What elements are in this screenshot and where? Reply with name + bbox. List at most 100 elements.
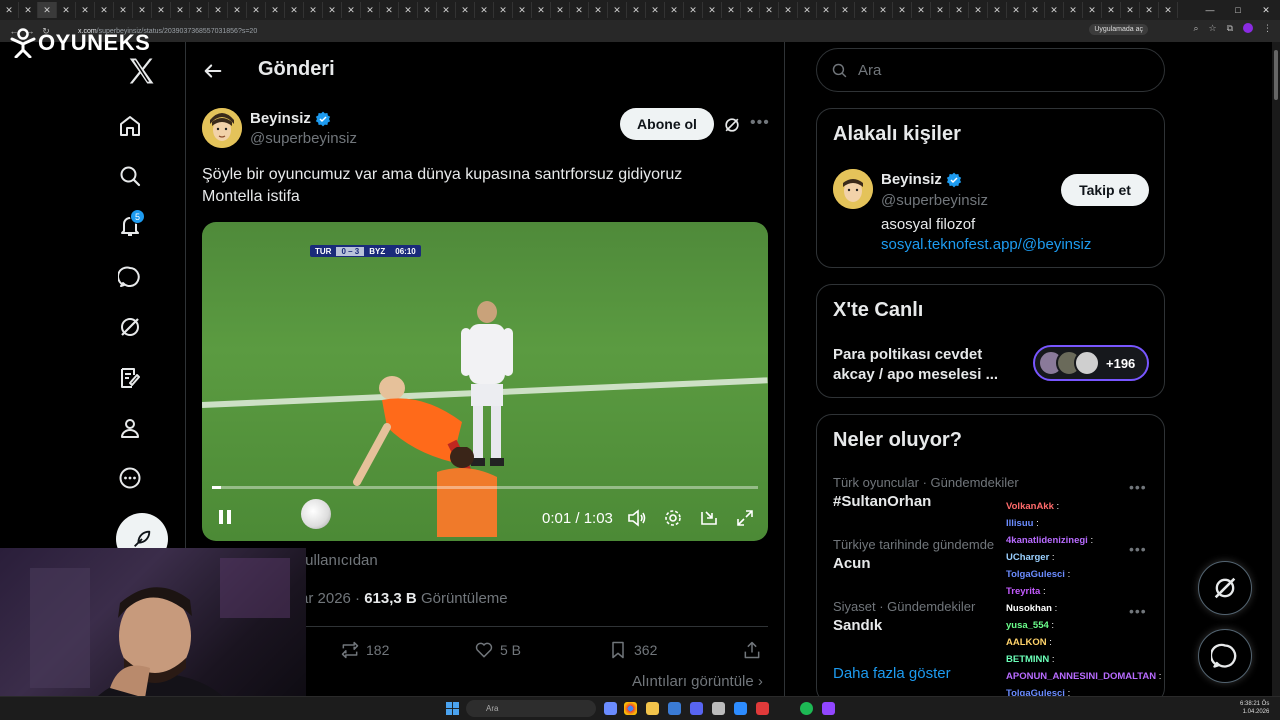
browser-tab[interactable]: ✕ [1083, 2, 1102, 18]
windows-start-icon[interactable] [446, 702, 459, 715]
bookmark-button[interactable]: 362 [608, 640, 657, 660]
browser-tab[interactable]: ✕ [361, 2, 380, 18]
browser-tab[interactable]: ✕ [266, 2, 285, 18]
taskbar-search[interactable]: Ara [466, 700, 596, 717]
grok-fab[interactable] [1198, 561, 1252, 615]
articles-icon[interactable] [117, 365, 143, 391]
browser-tab[interactable]: ✕ [323, 2, 342, 18]
browser-tab[interactable]: ✕ [418, 2, 437, 18]
messages-icon[interactable] [117, 264, 143, 290]
browser-tab[interactable]: ✕ [1064, 2, 1083, 18]
taskbar-app-icon[interactable] [734, 702, 747, 715]
browser-tab[interactable]: ✕ [912, 2, 931, 18]
back-arrow-icon[interactable] [202, 60, 224, 82]
search-input[interactable] [858, 61, 1138, 79]
picture-in-picture-icon[interactable] [699, 508, 719, 528]
browser-tab[interactable]: ✕ [608, 2, 627, 18]
browser-tab[interactable]: ✕ [665, 2, 684, 18]
fullscreen-icon[interactable] [735, 508, 755, 528]
browser-tab[interactable]: ✕ [494, 2, 513, 18]
share-button[interactable] [742, 640, 762, 660]
browser-tab[interactable]: ✕ [722, 2, 741, 18]
browser-tab[interactable]: ✕ [380, 2, 399, 18]
browser-tab[interactable]: ✕ [950, 2, 969, 18]
x-logo-icon[interactable] [126, 56, 156, 86]
open-in-app-button[interactable]: Uygulamada aç [1089, 24, 1148, 35]
browser-tab[interactable]: ✕ [247, 2, 266, 18]
post-more-icon[interactable]: ••• [750, 114, 770, 132]
search-box[interactable] [816, 48, 1165, 92]
browser-tab[interactable]: ✕ [741, 2, 760, 18]
pause-icon[interactable] [216, 508, 234, 526]
close-window-button[interactable]: ✕ [1252, 0, 1280, 20]
related-link[interactable]: sosyal.teknofest.app/@beyinsiz [881, 236, 1091, 253]
home-icon[interactable] [117, 113, 143, 139]
browser-tab[interactable]: ✕ [570, 2, 589, 18]
related-handle[interactable]: @superbeyinsiz [881, 192, 988, 209]
browser-tab[interactable]: ✕ [817, 2, 836, 18]
profile-icon[interactable] [117, 415, 143, 441]
browser-tab[interactable]: ✕ [57, 2, 76, 18]
taskbar-app-icon[interactable] [712, 702, 725, 715]
browser-tab[interactable]: ✕ [1007, 2, 1026, 18]
browser-tab[interactable]: ✕ [475, 2, 494, 18]
browser-tab[interactable]: ✕ [589, 2, 608, 18]
browser-tab[interactable]: ✕ [1026, 2, 1045, 18]
grok-explain-icon[interactable] [722, 115, 742, 135]
browser-tab[interactable]: ✕ [152, 2, 171, 18]
browser-tab[interactable]: ✕ [304, 2, 323, 18]
extensions-icon[interactable]: ⧉ [1227, 23, 1233, 34]
browser-tab[interactable]: ✕ [969, 2, 988, 18]
browser-tab[interactable]: ✕ [285, 2, 304, 18]
browser-tab[interactable]: ✕ [798, 2, 817, 18]
messages-fab[interactable] [1198, 629, 1252, 683]
view-quotes-link[interactable]: Alıntıları görüntüle › [632, 673, 763, 690]
browser-tab[interactable]: ✕ [1045, 2, 1064, 18]
bookmark-star-icon[interactable]: ☆ [1208, 23, 1216, 34]
minimize-button[interactable]: — [1196, 0, 1224, 20]
show-more-link[interactable]: Daha fazla göster [833, 665, 951, 682]
browser-tab[interactable]: ✕ [38, 2, 57, 18]
author-handle[interactable]: @superbeyinsiz [250, 130, 357, 147]
follow-button[interactable]: Takip et [1061, 174, 1149, 206]
taskbar-app-icon[interactable] [756, 702, 769, 715]
taskbar-spotify-icon[interactable] [800, 702, 813, 715]
live-topic[interactable]: Para poltikası cevdet akcay / apo mesele… [833, 345, 1023, 385]
browser-tab[interactable]: ✕ [19, 2, 38, 18]
browser-tab[interactable]: ✕ [209, 2, 228, 18]
browser-tab[interactable]: ✕ [1121, 2, 1140, 18]
browser-tab[interactable]: ✕ [456, 2, 475, 18]
browser-tab[interactable]: ✕ [532, 2, 551, 18]
zoom-icon[interactable]: ⌕ [1193, 23, 1198, 34]
browser-tab[interactable]: ✕ [114, 2, 133, 18]
trend-item[interactable]: Türkiye tarihinde gündemde Acun [833, 537, 994, 572]
trend-item[interactable]: Siyaset · Gündemdekiler Sandık [833, 599, 975, 634]
taskbar-app-icon[interactable] [668, 702, 681, 715]
browser-tab[interactable]: ✕ [228, 2, 247, 18]
browser-tab[interactable]: ✕ [1102, 2, 1121, 18]
browser-tab[interactable]: ✕ [893, 2, 912, 18]
browser-tab[interactable]: ✕ [627, 2, 646, 18]
search-icon[interactable] [117, 163, 143, 189]
author-name[interactable]: Beyinsiz [250, 110, 331, 127]
browser-tab[interactable]: ✕ [779, 2, 798, 18]
volume-icon[interactable] [627, 508, 647, 528]
scrollbar-thumb[interactable] [1274, 50, 1278, 100]
browser-tab[interactable]: ✕ [646, 2, 665, 18]
browser-tab[interactable]: ✕ [760, 2, 779, 18]
browser-tab[interactable]: ✕ [437, 2, 456, 18]
browser-tab[interactable]: ✕ [836, 2, 855, 18]
live-listeners-pill[interactable]: +196 [1033, 345, 1149, 381]
related-name[interactable]: Beyinsiz [881, 171, 962, 188]
browser-tab[interactable]: ✕ [1140, 2, 1159, 18]
video-progress-bar[interactable] [212, 486, 758, 489]
browser-tab[interactable]: ✕ [76, 2, 95, 18]
browser-tab[interactable]: ✕ [513, 2, 532, 18]
browser-tab[interactable]: ✕ [399, 2, 418, 18]
page-scrollbar[interactable] [1272, 42, 1280, 696]
more-options-icon[interactable] [117, 465, 143, 491]
taskbar-app-icon[interactable] [690, 702, 703, 715]
browser-tab[interactable]: ✕ [551, 2, 570, 18]
related-avatar[interactable] [833, 169, 873, 209]
taskbar-folder-icon[interactable] [646, 702, 659, 715]
